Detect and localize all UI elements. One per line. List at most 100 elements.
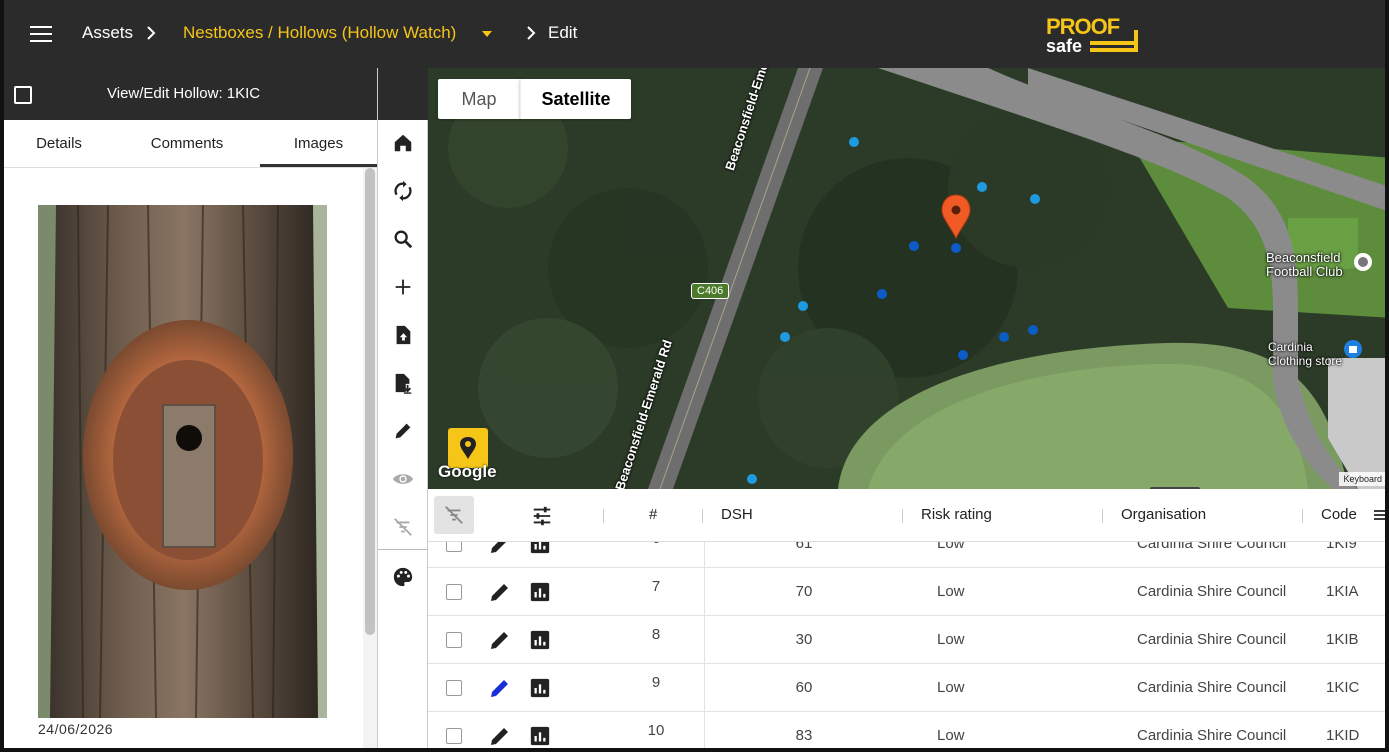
sync-icon[interactable] xyxy=(390,178,416,204)
edit-row-icon[interactable] xyxy=(488,676,512,700)
breadcrumb-assets[interactable]: Assets xyxy=(82,22,133,44)
cell-dsh: 60 xyxy=(795,679,813,696)
clear-filter-button[interactable] xyxy=(434,496,474,534)
analytics-icon[interactable] xyxy=(529,629,551,651)
edit-row-icon[interactable] xyxy=(488,580,512,604)
analytics-icon[interactable] xyxy=(529,581,551,603)
filter-off-icon[interactable] xyxy=(390,514,416,540)
vertical-toolbar xyxy=(377,68,429,748)
upload-file-icon[interactable] xyxy=(390,322,416,348)
column-header-risk-rating[interactable]: Risk rating xyxy=(921,506,992,523)
grid-body: 6 61 Low Cardinia Shire Council 1KI9 7 70 Low Ca… xyxy=(428,542,1385,748)
toolbar-header xyxy=(378,68,429,120)
cell-number: 7 xyxy=(651,578,661,595)
cell-risk-rating: Low xyxy=(937,727,965,744)
search-icon[interactable] xyxy=(390,226,416,252)
grid-header: # DSH Risk rating Organisation Code xyxy=(428,489,1387,542)
analytics-icon[interactable] xyxy=(529,725,551,747)
cell-number: 8 xyxy=(651,626,661,643)
cell-number: 10 xyxy=(647,722,665,739)
cell-code: 1KI9 xyxy=(1326,542,1357,552)
column-header-dsh[interactable]: DSH xyxy=(721,506,753,523)
map-type-map-button[interactable]: Map xyxy=(438,79,520,119)
cell-organisation: Cardinia Shire Council xyxy=(1137,542,1287,552)
proofsafe-logo: PROOF safe xyxy=(1046,14,1138,56)
svg-text:safe: safe xyxy=(1046,36,1082,56)
map-type-satellite-button[interactable]: Satellite xyxy=(520,79,631,119)
tab-details[interactable]: Details xyxy=(4,120,114,167)
column-menu-icon[interactable] xyxy=(1373,509,1387,521)
cell-dsh: 61 xyxy=(795,542,813,552)
row-checkbox[interactable] xyxy=(446,542,462,552)
download-file-icon[interactable] xyxy=(390,370,416,396)
row-checkbox[interactable] xyxy=(446,584,462,600)
asset-detail-panel: View/Edit Hollow: 1KIC Details Comments … xyxy=(4,68,377,748)
tab-comments[interactable]: Comments xyxy=(114,120,260,167)
table-row[interactable]: 7 70 Low Cardinia Shire Council 1KIA xyxy=(428,568,1385,616)
table-row[interactable]: 9 60 Low Cardinia Shire Council 1KIC xyxy=(428,664,1385,712)
cell-organisation: Cardinia Shire Council xyxy=(1137,727,1287,744)
cell-organisation: Cardinia Shire Council xyxy=(1137,679,1287,696)
row-checkbox[interactable] xyxy=(446,632,462,648)
road-number-badge: C406 xyxy=(691,283,730,299)
column-header-organisation[interactable]: Organisation xyxy=(1121,506,1206,523)
image-date: 24/06/2026 xyxy=(38,721,114,737)
top-bar: Assets Nestboxes / Hollows (Hollow Watch… xyxy=(4,0,1385,68)
cell-code: 1KIA xyxy=(1326,583,1359,600)
assets-grid: # DSH Risk rating Organisation Code 6 61 L… xyxy=(428,487,1387,748)
breadcrumb-asset-type[interactable]: Nestboxes / Hollows (Hollow Watch) xyxy=(183,22,456,44)
column-divider xyxy=(704,664,705,712)
cell-code: 1KIB xyxy=(1326,631,1359,648)
edit-icon[interactable] xyxy=(390,418,416,444)
analytics-icon[interactable] xyxy=(529,542,551,555)
cell-code: 1KID xyxy=(1326,727,1360,744)
panel-header: View/Edit Hollow: 1KIC xyxy=(4,68,377,120)
cell-risk-rating: Low xyxy=(937,679,965,696)
poi-label-football-club[interactable]: Beaconsfield Football Club xyxy=(1266,251,1366,279)
row-checkbox[interactable] xyxy=(446,680,462,696)
location-pin-icon xyxy=(460,437,476,459)
analytics-icon[interactable] xyxy=(529,677,551,699)
edit-row-icon[interactable] xyxy=(488,724,512,748)
tab-images[interactable]: Images xyxy=(260,120,377,167)
column-separator xyxy=(603,509,604,523)
table-row[interactable]: 8 30 Low Cardinia Shire Council 1KIB xyxy=(428,616,1385,664)
column-separator xyxy=(902,509,903,523)
dropdown-caret-icon[interactable] xyxy=(482,31,492,37)
images-panel: 24/06/2026 xyxy=(4,168,377,748)
scrollbar[interactable] xyxy=(363,168,377,748)
column-separator xyxy=(1302,509,1303,523)
satellite-map[interactable]: Map Satellite Beaconsfield-Emerald Rd Be… xyxy=(428,68,1385,489)
chevron-right-icon xyxy=(527,26,536,40)
visibility-icon[interactable] xyxy=(390,466,416,492)
cell-risk-rating: Low xyxy=(937,631,965,648)
cell-risk-rating: Low xyxy=(937,542,965,552)
cell-dsh: 83 xyxy=(795,727,813,744)
map-imagery xyxy=(428,68,1385,489)
row-checkbox[interactable] xyxy=(446,728,462,744)
cell-code: 1KIC xyxy=(1326,679,1360,696)
panel-title: View/Edit Hollow: 1KIC xyxy=(107,85,261,102)
cell-organisation: Cardinia Shire Council xyxy=(1137,583,1287,600)
hamburger-menu-icon[interactable] xyxy=(30,26,52,42)
tune-icon[interactable] xyxy=(531,505,553,527)
column-header-code[interactable]: Code xyxy=(1321,506,1357,523)
column-divider xyxy=(704,712,705,748)
home-icon[interactable] xyxy=(390,130,416,156)
panel-tabs: Details Comments Images xyxy=(4,120,377,168)
edit-row-icon[interactable] xyxy=(488,542,512,556)
palette-icon[interactable] xyxy=(390,564,416,590)
cell-dsh: 30 xyxy=(795,631,813,648)
column-header-number[interactable]: # xyxy=(649,506,657,523)
select-checkbox[interactable] xyxy=(14,86,32,104)
chevron-right-icon xyxy=(147,26,156,40)
edit-row-icon[interactable] xyxy=(488,628,512,652)
poi-label-clothing-store[interactable]: Cardinia Clothing store xyxy=(1268,340,1358,368)
table-row[interactable]: 10 83 Low Cardinia Shire Council 1KID xyxy=(428,712,1385,748)
scrollbar-thumb[interactable] xyxy=(365,168,375,635)
table-row[interactable]: 6 61 Low Cardinia Shire Council 1KI9 xyxy=(428,542,1385,568)
filter-off-icon xyxy=(445,506,463,524)
hollow-photo[interactable] xyxy=(38,205,327,718)
keyboard-shortcuts-link[interactable]: Keyboard s xyxy=(1339,472,1385,486)
add-icon[interactable] xyxy=(390,274,416,300)
